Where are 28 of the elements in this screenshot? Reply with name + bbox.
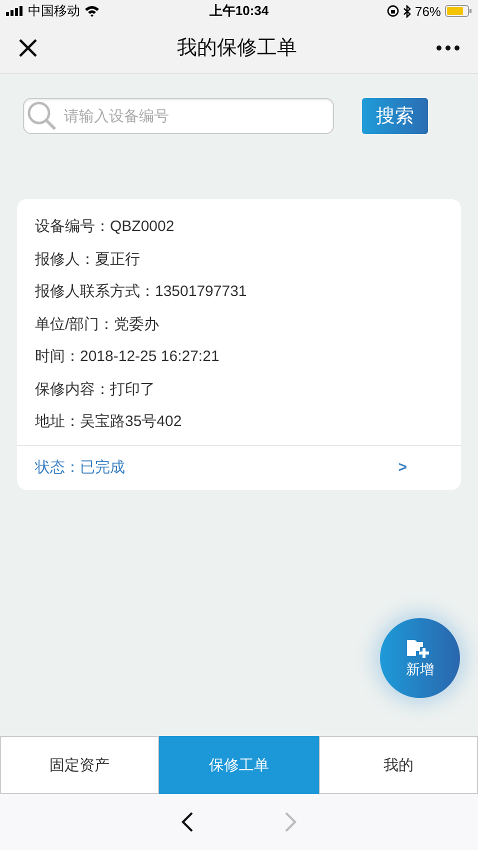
battery-percent: 76%	[414, 4, 441, 18]
close-icon[interactable]	[18, 38, 38, 58]
page-title: 我的保修工单	[177, 36, 297, 61]
order-detail: 单位/部门：党委办	[35, 314, 160, 334]
signal-icon	[6, 6, 24, 16]
search-field[interactable]: 请输入设备编号	[23, 98, 334, 134]
search-button[interactable]: 搜索	[362, 98, 428, 134]
add-button[interactable]: 新增	[380, 618, 460, 698]
order-detail: 设备编号：QBZ0002	[35, 217, 176, 237]
order-status: 状态：已完成	[35, 458, 125, 477]
tab[interactable]: 保修工单	[159, 736, 319, 794]
rotation-lock-icon	[386, 5, 399, 17]
carrier-name: 中国移动	[28, 2, 80, 20]
order-detail: 保修内容：打印了	[35, 380, 156, 400]
tab[interactable]: 我的	[318, 736, 478, 794]
status-time: 上午10:34	[209, 2, 269, 20]
order-detail: 地址：吴宝路35号402	[35, 412, 183, 432]
search-icon	[27, 101, 57, 131]
back-button[interactable]	[180, 811, 194, 833]
order-detail: 报修人：夏正行	[35, 250, 141, 270]
tab[interactable]: 固定资产	[0, 736, 160, 794]
detail-link[interactable]: >	[392, 458, 413, 477]
order-detail: 报修人联系方式：13501797731	[35, 282, 248, 302]
order-detail: 时间：2018-12-25 16:27:21	[35, 347, 220, 367]
bluetooth-icon	[402, 4, 411, 18]
battery-icon	[445, 5, 472, 17]
more-icon[interactable]	[436, 44, 460, 50]
wifi-icon	[84, 5, 100, 17]
